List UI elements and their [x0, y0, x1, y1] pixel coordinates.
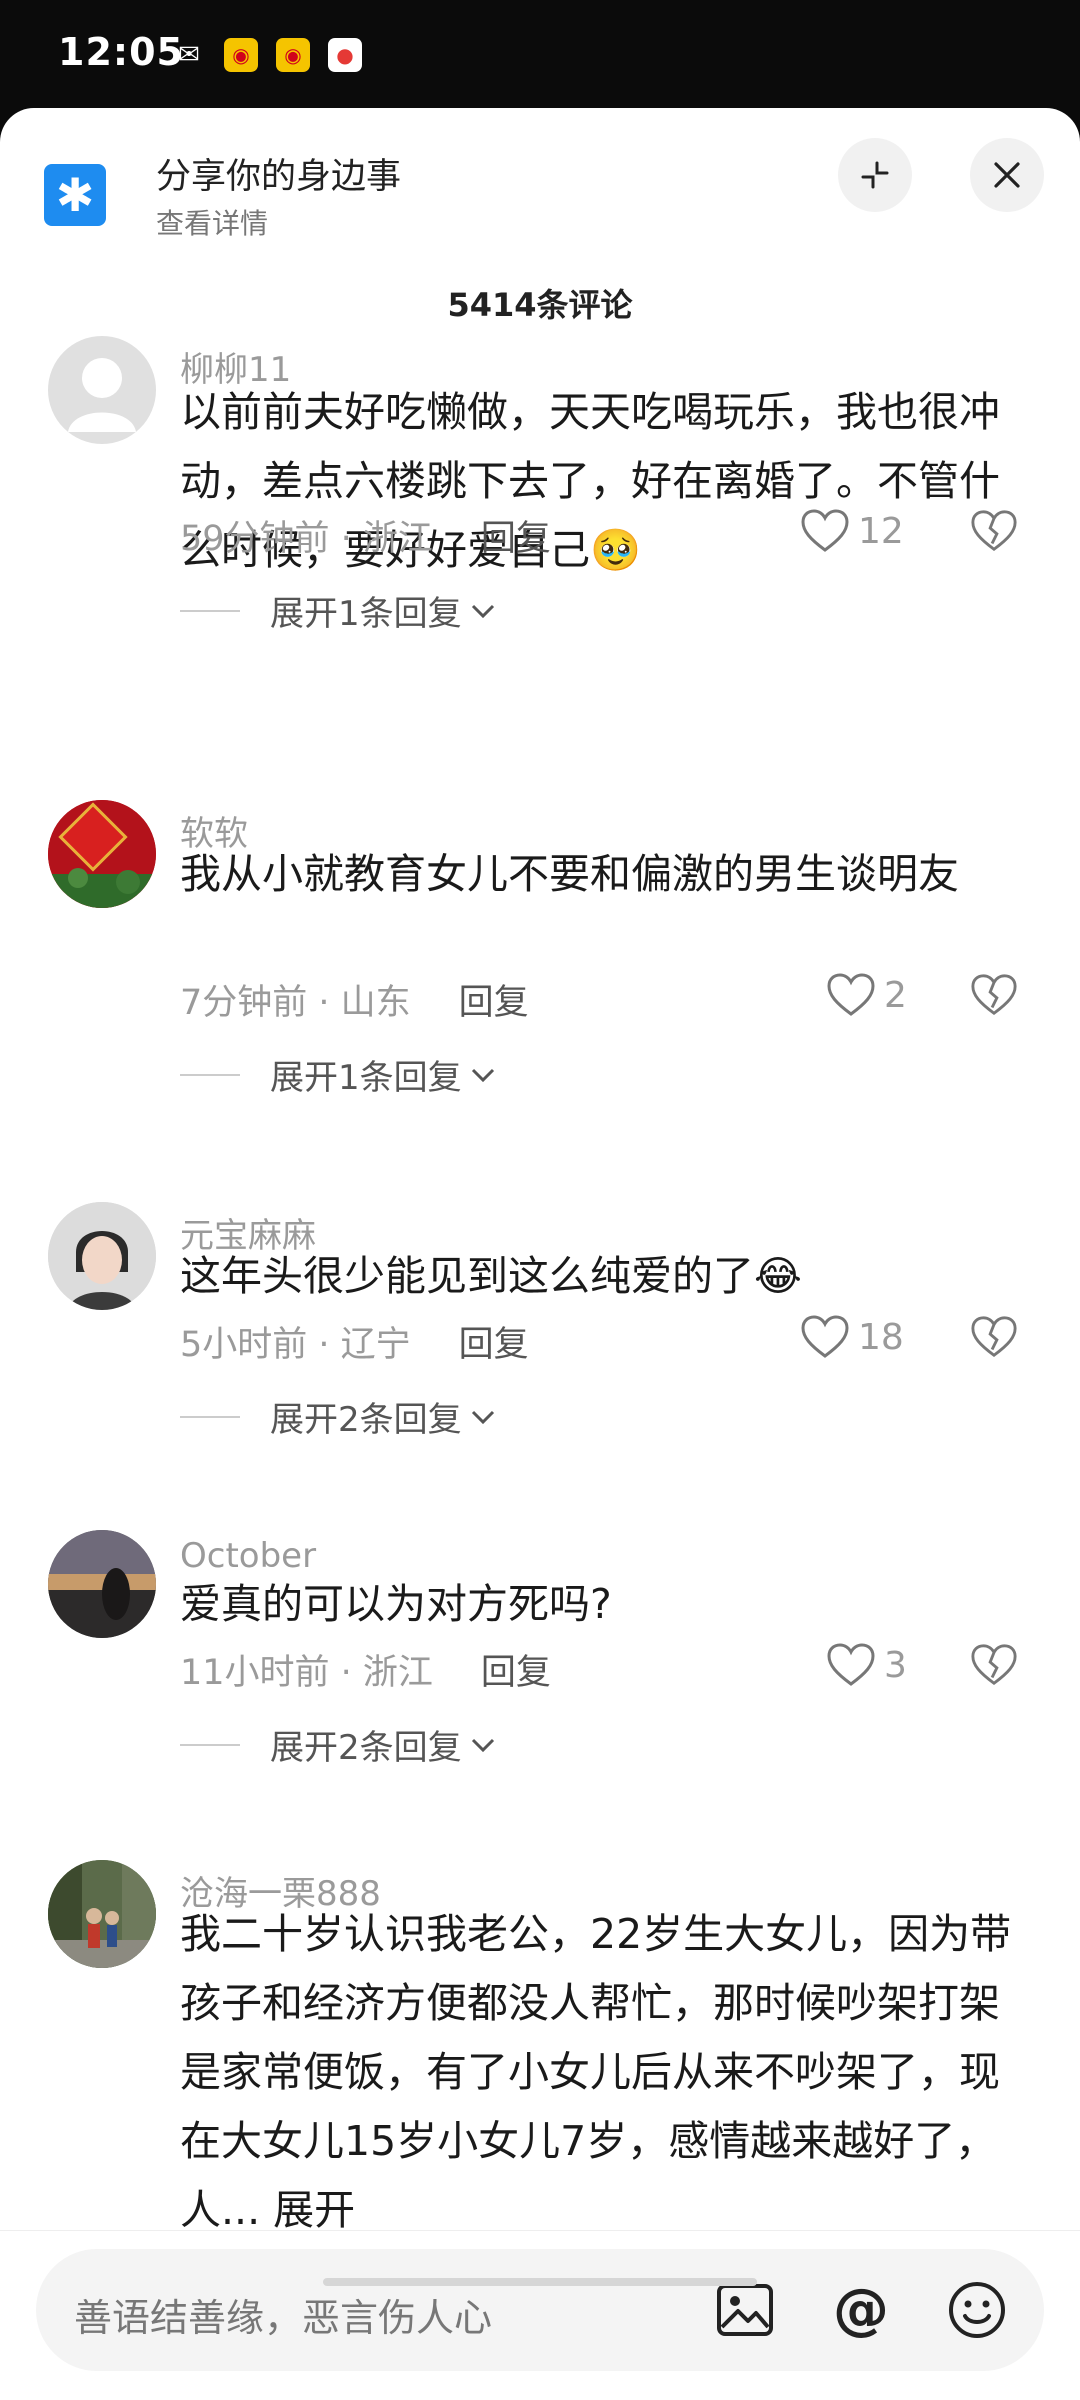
heart-icon [801, 509, 849, 552]
comments-sheet: ✱ 分享你的身边事 查看详情 5414条评论 柳柳11 以前前夫好吃懒做，天天吃… [0, 108, 1080, 2400]
avatar-image [48, 1202, 156, 1310]
like-button[interactable]: 2 [826, 972, 907, 1018]
app-logo-icon: ✱ [44, 164, 106, 226]
chevron-down-icon [471, 1738, 494, 1752]
avatar[interactable] [48, 1530, 156, 1638]
broken-heart-icon [971, 510, 1017, 552]
comment-text: 我从小就教育女儿不要和偏激的男生谈明友 [180, 850, 959, 898]
weibo-icon: ◉ [276, 38, 310, 72]
avatar-image [48, 1860, 156, 1968]
image-button[interactable] [712, 2277, 778, 2343]
divider-line [180, 609, 240, 612]
comment-text: 爱真的可以为对方死吗? [180, 1580, 612, 1628]
view-details-link[interactable]: 查看详情 [156, 202, 268, 242]
chevron-down-icon [471, 1410, 494, 1424]
divider-line [180, 1415, 240, 1418]
dislike-button[interactable] [970, 1314, 1018, 1364]
divider-line [180, 1743, 240, 1746]
dislike-button[interactable] [970, 972, 1018, 1022]
weibo-icon: ◉ [224, 38, 258, 72]
heart-icon [827, 973, 875, 1016]
status-bar: 12:05 ✉ ◉ ◉ ● [0, 0, 1080, 110]
like-button[interactable]: 12 [800, 508, 904, 554]
avatar-image [48, 1530, 156, 1638]
chevron-down-icon [471, 604, 494, 618]
comment-item: 元宝麻麻 这年头很少能见到这么纯爱的了😂 5小时前 · 辽宁 回复 18 展开2条… [0, 1202, 1080, 1482]
expand-replies-label: 展开2条回复 [270, 1400, 462, 1440]
avatar[interactable] [48, 1860, 156, 1968]
broken-heart-icon [971, 1644, 1017, 1686]
minimize-button[interactable] [838, 138, 912, 212]
reply-button[interactable]: 回复 [481, 1653, 551, 1693]
comment-time-location: 59分钟前 · 浙江 [180, 519, 433, 559]
minimize-icon [861, 161, 889, 189]
comment-count: 5414条评论 [447, 286, 633, 324]
reply-button[interactable]: 回复 [481, 519, 551, 559]
chevron-down-icon [471, 1068, 494, 1082]
avatar-image [48, 800, 156, 908]
divider-line [180, 1073, 240, 1076]
dislike-button[interactable] [970, 508, 1018, 558]
comment-input-placeholder: 善语结善缘，恶言伤人心 [74, 2296, 493, 2340]
topic-title[interactable]: 分享你的身边事 [156, 148, 401, 199]
expand-replies-label: 展开1条回复 [270, 594, 462, 634]
reply-button[interactable]: 回复 [459, 1325, 529, 1365]
expand-replies-button[interactable]: 展开2条回复 [180, 1720, 498, 1769]
comment-input[interactable]: 善语结善缘，恶言伤人心 @ [36, 2249, 1044, 2371]
map-icon: ● [328, 38, 362, 72]
like-count: 18 [858, 1316, 904, 1358]
like-count: 3 [884, 1644, 907, 1686]
expand-replies-button[interactable]: 展开1条回复 [180, 1050, 498, 1099]
like-count: 12 [858, 510, 904, 552]
comment-meta: 11小时前 · 浙江 回复 [180, 1644, 551, 1695]
avatar[interactable] [48, 336, 156, 444]
heart-icon [801, 1315, 849, 1358]
comment-time-location: 7分钟前 · 山东 [180, 983, 411, 1023]
close-button[interactable] [970, 138, 1044, 212]
like-button[interactable]: 3 [826, 1642, 907, 1688]
like-count: 2 [884, 974, 907, 1016]
comment-text: 我二十岁认识我老公，22岁生大女儿，因为带孩子和经济方便都没人帮忙，那时候吵架打… [180, 1910, 1012, 2230]
reply-button[interactable]: 回复 [459, 983, 529, 1023]
comment-item: 柳柳11 以前前夫好吃懒做，天天吃喝玩乐，我也很冲动，差点六楼跳下去了，好在离婚… [0, 336, 1080, 736]
comment-meta: 7分钟前 · 山东 回复 [180, 974, 529, 1025]
like-button[interactable]: 18 [800, 1314, 904, 1360]
broken-heart-icon [971, 974, 1017, 1016]
comment-item: October 爱真的可以为对方死吗? 11小时前 · 浙江 回复 3 展开2条回… [0, 1530, 1080, 1810]
comment-time-location: 11小时前 · 浙江 [180, 1653, 433, 1693]
avatar[interactable] [48, 800, 156, 908]
broken-heart-icon [971, 1316, 1017, 1358]
expand-replies-button[interactable]: 展开2条回复 [180, 1392, 498, 1441]
emoji-icon [949, 2282, 1005, 2338]
default-avatar-icon [68, 358, 136, 432]
image-icon [717, 2284, 773, 2336]
avatar[interactable] [48, 1202, 156, 1310]
expand-replies-label: 展开1条回复 [270, 1058, 462, 1098]
status-icons: ✉ ◉ ◉ ● [172, 38, 362, 72]
wechat-icon: ✉ [178, 40, 200, 70]
status-time: 12:05 [58, 30, 184, 74]
close-icon [994, 162, 1020, 188]
dislike-button[interactable] [970, 1642, 1018, 1692]
comment-meta: 5小时前 · 辽宁 回复 [180, 1316, 529, 1367]
comment-text: 这年头很少能见到这么纯爱的了😂 [180, 1252, 802, 1300]
comment-meta: 59分钟前 · 浙江 回复 [180, 510, 551, 561]
comment-input-bar: 善语结善缘，恶言伤人心 @ [0, 2230, 1080, 2400]
home-indicator[interactable] [323, 2278, 757, 2286]
at-icon: @ [833, 2277, 889, 2342]
comment-item: 软软 我从小就教育女儿不要和偏激的男生谈明友 7分钟前 · 山东 回复 2 展开1… [0, 800, 1080, 1140]
sheet-header: ✱ 分享你的身边事 查看详情 [0, 108, 1080, 268]
expand-replies-button[interactable]: 展开1条回复 [180, 586, 498, 635]
heart-icon [827, 1643, 875, 1686]
comment-item: 沧海一栗888 我二十岁认识我老公，22岁生大女儿，因为带孩子和经济方便都没人帮… [0, 1860, 1080, 2230]
emoji-button[interactable] [944, 2277, 1010, 2343]
mention-button[interactable]: @ [828, 2277, 894, 2343]
comment-time-location: 5小时前 · 辽宁 [180, 1325, 411, 1365]
expand-replies-label: 展开2条回复 [270, 1728, 462, 1768]
